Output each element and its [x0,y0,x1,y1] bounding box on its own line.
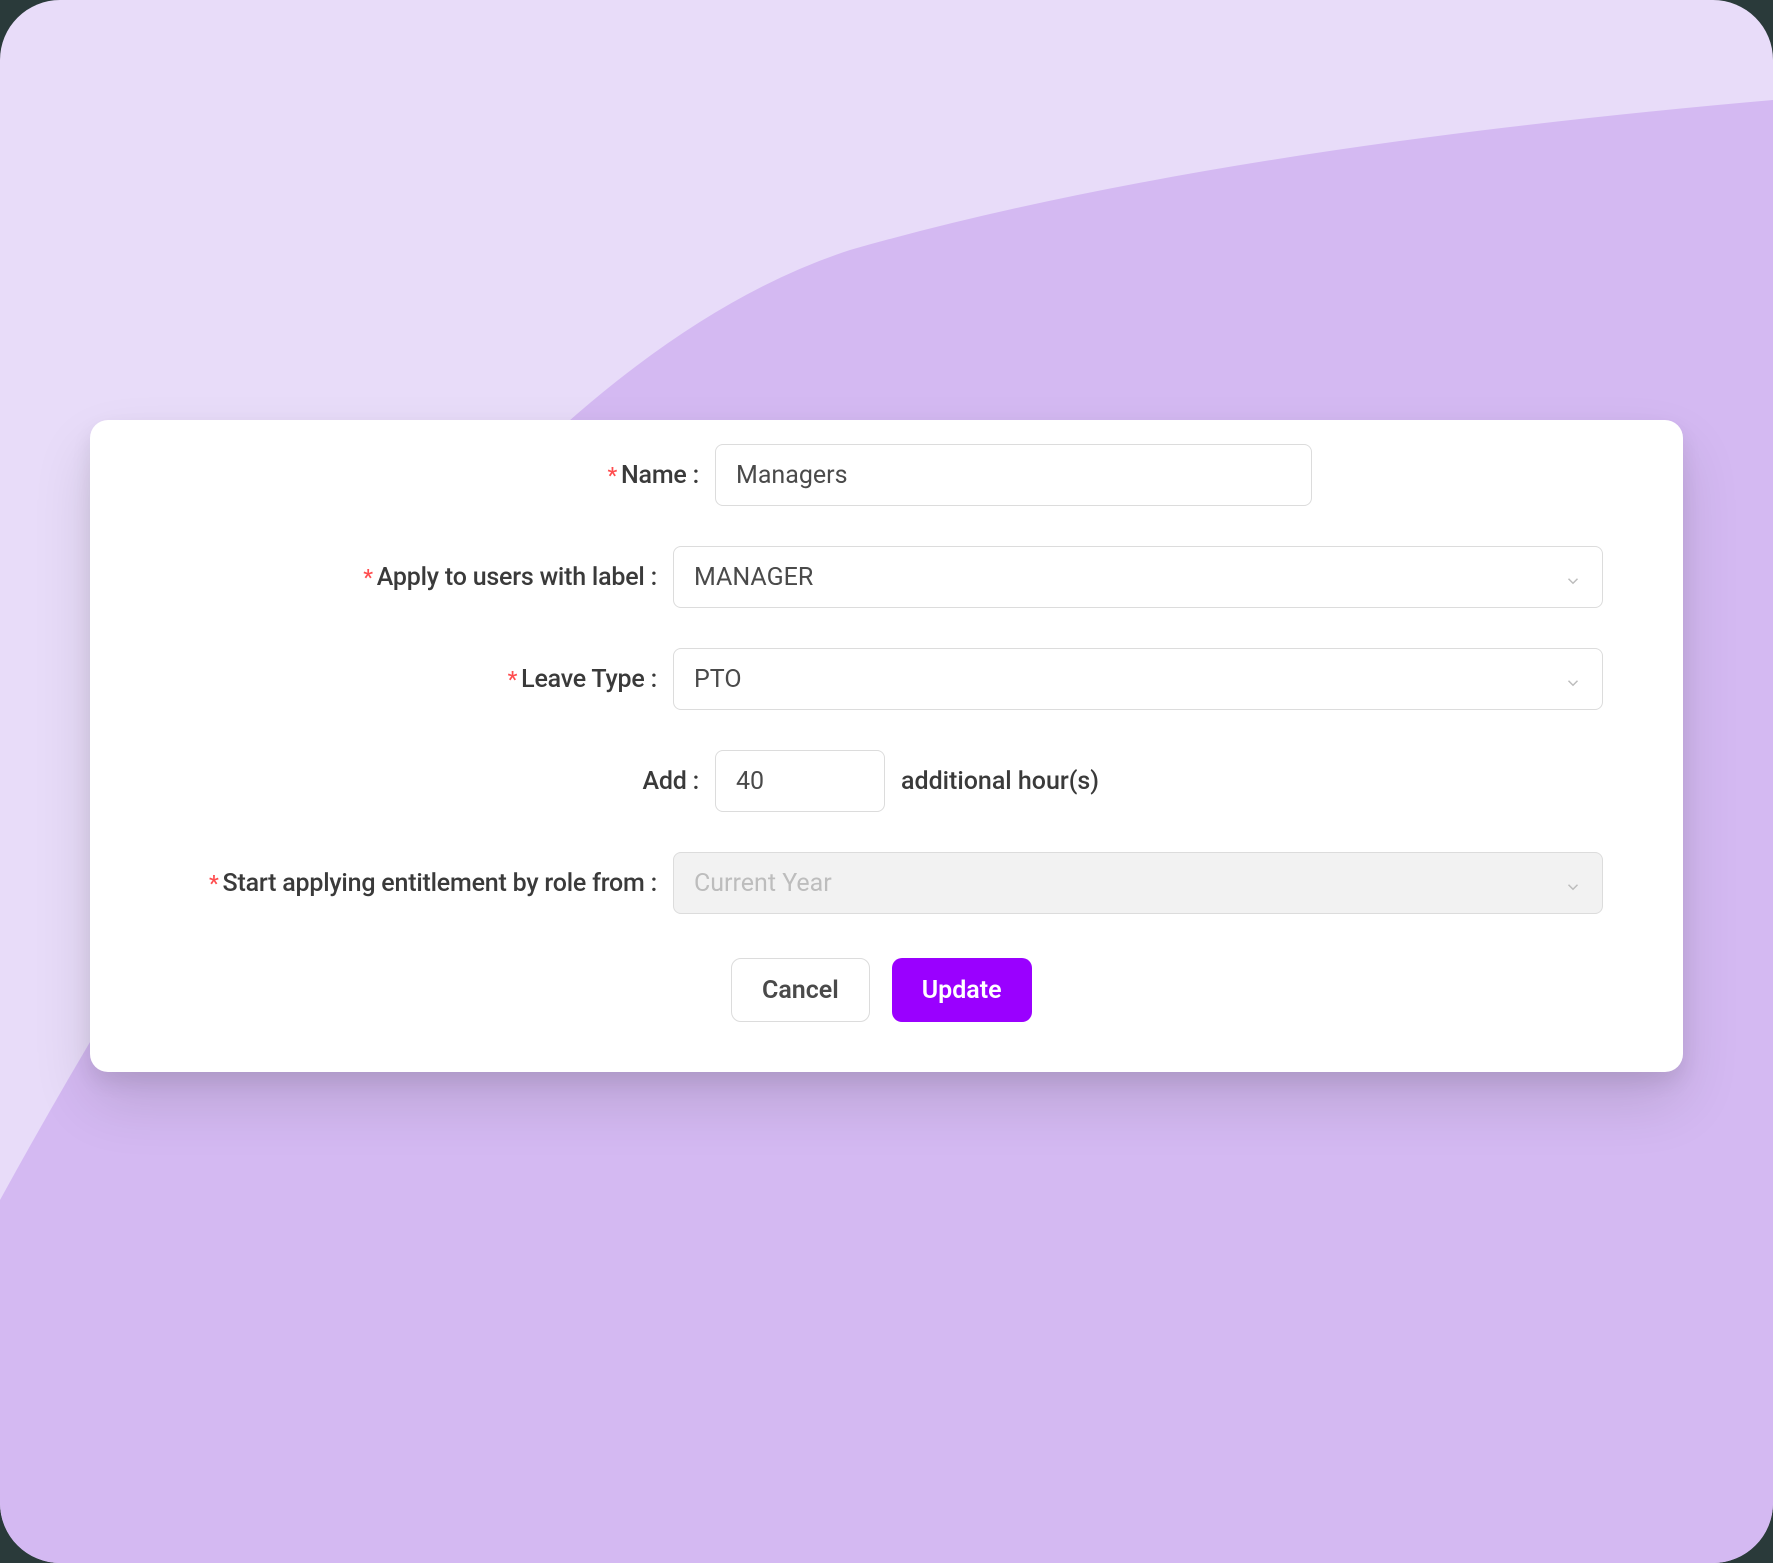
chevron-down-icon [1564,670,1582,688]
required-star: * [508,668,518,693]
required-star: * [209,872,219,897]
cancel-button[interactable]: Cancel [731,958,870,1022]
label-add-text: Add : [642,767,699,796]
required-star: * [607,464,617,489]
row-apply-label: *Apply to users with label : MANAGER [170,546,1603,608]
entitlement-form-card: *Name : *Apply to users with label : MAN… [90,420,1683,1072]
row-name: *Name : [170,444,1603,506]
update-button[interactable]: Update [892,958,1032,1022]
input-area-name [715,444,1603,506]
label-start-from: *Start applying entitlement by role from… [170,869,673,898]
leave-type-value: PTO [694,665,742,694]
label-apply: *Apply to users with label : [170,563,673,592]
input-area-add: additional hour(s) [715,750,1603,812]
label-add: Add : [170,767,715,796]
label-leave-type-text: Leave Type : [521,665,657,694]
input-area-start-from: Current Year [673,852,1603,914]
start-from-select[interactable]: Current Year [673,852,1603,914]
row-add: Add : additional hour(s) [170,750,1603,812]
background-panel: *Name : *Apply to users with label : MAN… [0,0,1773,1563]
name-input[interactable] [715,444,1312,506]
apply-label-select[interactable]: MANAGER [673,546,1603,608]
input-area-leave-type: PTO [673,648,1603,710]
required-star: * [363,566,373,591]
row-start-from: *Start applying entitlement by role from… [170,852,1603,914]
outer-container: *Name : *Apply to users with label : MAN… [0,0,1773,1563]
apply-label-value: MANAGER [694,563,813,592]
start-from-placeholder: Current Year [694,869,832,898]
label-start-from-text: Start applying entitlement by role from … [223,869,657,898]
add-suffix-text: additional hour(s) [901,767,1099,796]
label-name: *Name : [170,461,715,490]
label-leave-type: *Leave Type : [170,665,673,694]
leave-type-select[interactable]: PTO [673,648,1603,710]
label-name-text: Name : [621,461,699,490]
row-leave-type: *Leave Type : PTO [170,648,1603,710]
label-apply-text: Apply to users with label : [377,563,657,592]
chevron-down-icon [1564,874,1582,892]
button-row: Cancel Update [170,958,1603,1022]
input-area-apply: MANAGER [673,546,1603,608]
add-hours-input[interactable] [715,750,885,812]
chevron-down-icon [1564,568,1582,586]
